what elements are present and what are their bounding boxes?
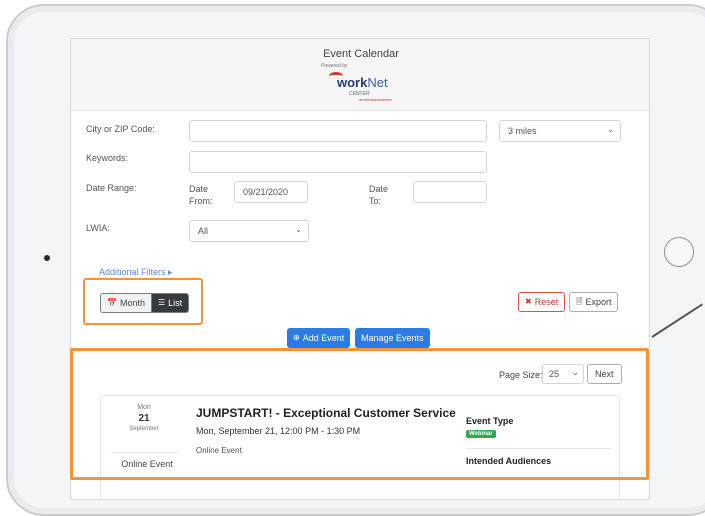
city-zip-input[interactable]: [189, 120, 487, 142]
date-to-label: Date To:: [369, 184, 389, 206]
city-zip-label: City or ZIP Code:: [86, 124, 155, 134]
manage-events-label: Manage Events: [361, 333, 424, 343]
event-list-highlight: [70, 348, 649, 480]
view-toggle-highlight: [83, 278, 203, 325]
reset-button[interactable]: ✖ Reset: [518, 292, 566, 312]
logo-brand: workNet: [337, 75, 388, 90]
keywords-input[interactable]: [189, 151, 487, 173]
close-x-icon: ✖: [525, 297, 532, 306]
date-range-label: Date Range:: [86, 183, 137, 193]
chevron-down-icon: ⌄: [295, 225, 302, 234]
page-title: Event Calendar: [323, 48, 399, 60]
radius-select[interactable]: 3 miles ⌄: [499, 120, 621, 142]
additional-filters-link[interactable]: Additional Filters ▸: [99, 267, 173, 278]
keywords-label: Keywords:: [86, 153, 129, 163]
workNet-logo: Powered by workNet CENTER americanjobcen…: [321, 63, 401, 105]
date-from-label: Date From:: [189, 184, 213, 206]
manage-events-button[interactable]: Manage Events: [355, 328, 430, 348]
export-label: Export: [585, 297, 612, 307]
export-button[interactable]: 🗎 Export: [569, 292, 619, 312]
add-event-label: Add Event: [302, 333, 345, 343]
calendar-header: Event Calendar Powered by workNet CENTER…: [71, 39, 649, 111]
radius-value: 3 miles: [508, 126, 537, 136]
reset-label: Reset: [534, 297, 559, 307]
date-from-input[interactable]: 09/21/2020: [234, 181, 308, 203]
add-event-button[interactable]: ⊕ Add Event: [287, 328, 351, 348]
logo-powered-by: Powered by: [321, 63, 348, 69]
chevron-down-icon: ⌄: [607, 125, 614, 134]
document-icon: 🗎: [576, 297, 583, 306]
lwia-select[interactable]: All ⌄: [189, 220, 309, 242]
plus-circle-icon: ⊕: [293, 333, 300, 342]
date-to-input[interactable]: [413, 181, 487, 203]
tablet-home-button: [664, 237, 694, 267]
lwia-value: All: [198, 226, 209, 236]
tablet-camera: [44, 255, 50, 261]
lwia-label: LWIA:: [86, 223, 110, 233]
logo-partner: americanjobcenter: [359, 97, 392, 102]
